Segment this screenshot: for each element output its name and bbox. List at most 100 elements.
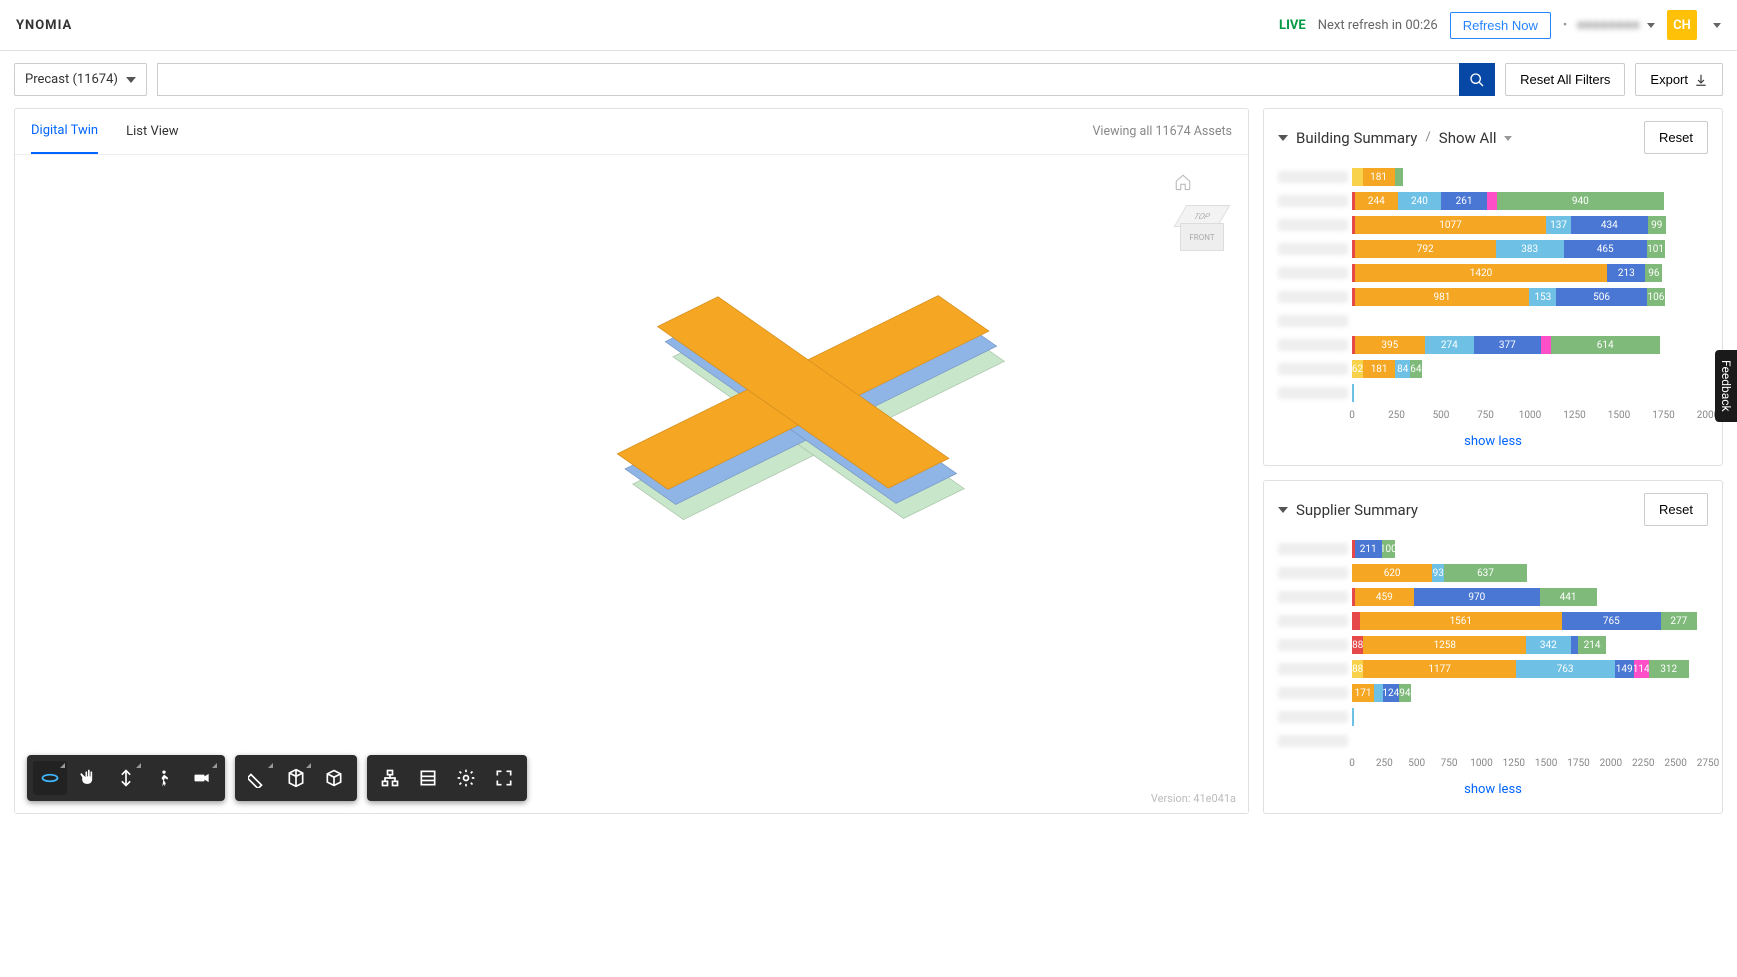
show-less-link[interactable]: show less <box>1464 782 1522 797</box>
view-cube-front[interactable]: FRONT <box>1180 223 1224 251</box>
bar-segment[interactable]: 153 <box>1529 288 1556 306</box>
bar-segment[interactable] <box>1352 708 1354 726</box>
bar-segment[interactable] <box>1487 192 1496 210</box>
reset-button[interactable]: Reset <box>1644 121 1708 154</box>
bar[interactable]: 211100 <box>1352 540 1708 558</box>
bar-segment[interactable]: 274 <box>1425 336 1474 354</box>
bar[interactable]: 395274377 614 <box>1352 336 1708 354</box>
show-all-dropdown[interactable]: Show All <box>1439 129 1513 147</box>
pan-tool[interactable] <box>71 761 105 795</box>
f screen-tool[interactable] <box>487 761 521 795</box>
bar-segment[interactable]: 620 <box>1352 564 1432 582</box>
bar-segment[interactable]: 64 <box>1410 360 1421 378</box>
bar[interactable]: 981153506106 <box>1352 288 1708 306</box>
refresh-now-button[interactable]: Refresh Now <box>1450 12 1551 39</box>
bar[interactable]: 107713743499 <box>1352 216 1708 234</box>
bar-segment[interactable]: 244 <box>1355 192 1398 210</box>
bar-segment[interactable] <box>1352 168 1363 186</box>
bar-segment[interactable]: 124 <box>1383 684 1399 702</box>
avatar[interactable]: CH <box>1667 10 1697 40</box>
bar-segment[interactable]: 1077 <box>1355 216 1547 234</box>
bar-segment[interactable] <box>1571 636 1579 654</box>
bar-segment[interactable]: 377 <box>1474 336 1541 354</box>
bar-segment[interactable]: 1258 <box>1363 636 1526 654</box>
collapse-toggle[interactable] <box>1278 135 1288 141</box>
settings-tool[interactable] <box>449 761 483 795</box>
bar-segment[interactable]: 101 <box>1647 240 1665 258</box>
home-view-button[interactable] <box>1174 173 1230 191</box>
bar-segment[interactable]: 434 <box>1571 216 1648 234</box>
3d-viewer[interactable]: TOP FRONT Version: 41e041a <box>15 155 1248 813</box>
bar-segment[interactable]: 181 <box>1363 360 1395 378</box>
bar-segment[interactable]: 940 <box>1497 192 1664 210</box>
view-cube[interactable]: TOP FRONT <box>1174 199 1230 255</box>
bar-segment[interactable] <box>1374 684 1383 702</box>
bar-segment[interactable] <box>1352 612 1360 630</box>
bar-segment[interactable]: 981 <box>1355 288 1530 306</box>
bar-segment[interactable]: 637 <box>1444 564 1526 582</box>
bar-segment[interactable]: 214 <box>1578 636 1606 654</box>
search-input[interactable] <box>157 63 1459 96</box>
building-summary-chart[interactable]: 1812442402619401077137434997923834651011… <box>1278 166 1708 424</box>
bar-segment[interactable]: 614 <box>1551 336 1660 354</box>
bar-segment[interactable] <box>1541 336 1551 354</box>
bar-segment[interactable]: 88 <box>1352 660 1363 678</box>
bar-segment[interactable]: 342 <box>1526 636 1570 654</box>
collapse-toggle[interactable] <box>1278 507 1288 513</box>
properties-tool[interactable] <box>411 761 445 795</box>
tab-digital-twin[interactable]: Digital Twin <box>31 109 98 154</box>
walk-tool[interactable] <box>147 761 181 795</box>
bar-segment[interactable]: 106 <box>1647 288 1666 306</box>
supplier-summary-chart[interactable]: 2111006209363745997044115617652778812583… <box>1278 538 1708 772</box>
bar[interactable] <box>1352 708 1708 726</box>
bar-segment[interactable]: 261 <box>1441 192 1487 210</box>
bar-segment[interactable]: 395 <box>1355 336 1425 354</box>
bar-segment[interactable]: 94 <box>1399 684 1411 702</box>
bar-segment[interactable]: 171 <box>1352 684 1374 702</box>
export-button[interactable]: Export <box>1635 63 1723 96</box>
filter-type-select[interactable]: Precast (11674) <box>14 63 147 96</box>
bar[interactable]: 181 <box>1352 168 1708 186</box>
bar-segment[interactable]: 93 <box>1432 564 1444 582</box>
bar-segment[interactable]: 99 <box>1648 216 1666 234</box>
bar-segment[interactable]: 181 <box>1363 168 1395 186</box>
bar[interactable]: 142021396 <box>1352 264 1708 282</box>
chevron-down-icon[interactable] <box>1713 23 1721 28</box>
bar-segment[interactable]: 1420 <box>1355 264 1608 282</box>
reset-filters-button[interactable]: Reset All Filters <box>1505 63 1625 96</box>
bar-segment[interactable]: 62 <box>1352 360 1363 378</box>
bar-segment[interactable]: 1177 <box>1363 660 1515 678</box>
bar-segment[interactable]: 763 <box>1516 660 1615 678</box>
bar-segment[interactable] <box>1352 384 1354 402</box>
bar[interactable] <box>1352 312 1708 330</box>
section-tool[interactable] <box>279 761 313 795</box>
bar[interactable]: 62093637 <box>1352 564 1708 582</box>
bar-segment[interactable]: 100 <box>1382 540 1395 558</box>
bar-segment[interactable]: 137 <box>1546 216 1570 234</box>
bar-segment[interactable]: 84 <box>1395 360 1410 378</box>
bar[interactable]: 881258342214 <box>1352 636 1708 654</box>
model-tree-tool[interactable] <box>373 761 407 795</box>
bar[interactable]: 1561765277 <box>1352 612 1708 630</box>
bar-segment[interactable]: 765 <box>1562 612 1661 630</box>
bar-segment[interactable]: 459 <box>1355 588 1414 606</box>
bar-segment[interactable]: 277 <box>1661 612 1697 630</box>
bar[interactable]: 881177763149114312 <box>1352 660 1708 678</box>
user-menu[interactable]: • ■■■■■■■■ <box>1563 17 1655 33</box>
camera-tool[interactable] <box>185 761 219 795</box>
bar-segment[interactable]: 465 <box>1564 240 1647 258</box>
bar[interactable]: 459970441 <box>1352 588 1708 606</box>
reset-button[interactable]: Reset <box>1644 493 1708 526</box>
show-less-link[interactable]: show less <box>1464 434 1522 449</box>
explode-tool[interactable] <box>317 761 351 795</box>
bar-segment[interactable]: 441 <box>1540 588 1597 606</box>
bar-segment[interactable]: 114 <box>1634 660 1649 678</box>
zoom-tool[interactable] <box>109 761 143 795</box>
bar[interactable]: 792383465101 <box>1352 240 1708 258</box>
feedback-tab[interactable]: Feedback <box>1715 350 1737 422</box>
bar-segment[interactable]: 312 <box>1649 660 1689 678</box>
tab-list-view[interactable]: List View <box>126 110 178 153</box>
bar-segment[interactable]: 506 <box>1556 288 1646 306</box>
bar-segment[interactable]: 96 <box>1645 264 1662 282</box>
search-button[interactable] <box>1459 63 1495 96</box>
